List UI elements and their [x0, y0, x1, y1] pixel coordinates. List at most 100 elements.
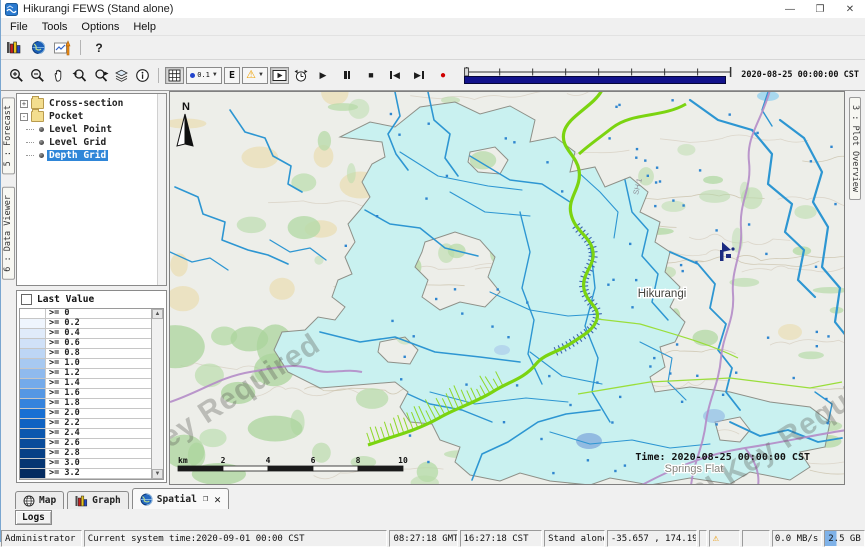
tab-maximize-icon[interactable]: ❐ [203, 494, 208, 504]
animation-toggle[interactable] [270, 67, 289, 84]
map-canvas[interactable]: Hikurangi Springs Flat SH 1 N km246810 T… [170, 92, 845, 485]
info-button[interactable] [133, 66, 152, 85]
legend-label: >= 2.8 [46, 449, 80, 458]
pause-icon [348, 71, 351, 79]
legend-row: >= 0.4 [20, 329, 163, 339]
grid-icon [168, 69, 181, 82]
record-button[interactable]: ● [432, 66, 454, 85]
legend-row: >= 2.4 [20, 429, 163, 439]
legend-swatch [20, 449, 46, 458]
legend-label: >= 1.4 [46, 379, 80, 388]
map-display-button[interactable] [28, 38, 48, 57]
menu-help[interactable]: Help [126, 20, 163, 34]
database-explorer-button[interactable] [4, 38, 24, 57]
tree-toggle-icon[interactable]: + [20, 100, 28, 108]
tree-connector [26, 129, 34, 130]
scroll-down-icon[interactable]: ▼ [152, 469, 163, 479]
zoom-out-button[interactable] [28, 66, 47, 85]
legend-scrollbar[interactable]: ▲ ▼ [151, 309, 163, 479]
tree-toggle-icon[interactable]: - [20, 113, 28, 121]
pan-hand-icon [51, 68, 66, 83]
legend-row: >= 0 [20, 309, 163, 319]
current-time-label: 2020-08-25 00:00:00 CST [741, 70, 859, 80]
time-slider-handle[interactable] [465, 68, 469, 76]
layers-icon [114, 68, 129, 83]
svg-text:10: 10 [398, 456, 408, 465]
tree-item-level-point[interactable]: Level Point [17, 123, 166, 136]
tab-graph[interactable]: Graph [67, 491, 129, 509]
last-value-checkbox[interactable] [21, 294, 32, 305]
folder-icon [31, 111, 44, 122]
close-button[interactable]: ✕ [835, 0, 865, 18]
svg-text:km: km [178, 456, 188, 465]
tab-map[interactable]: Map [15, 491, 64, 509]
wire-globe-icon [23, 495, 35, 507]
first-frame-icon [390, 71, 392, 79]
tab-data-viewer[interactable]: 6 : Data Viewer [2, 187, 15, 280]
legend-row: >= 0.2 [20, 319, 163, 329]
legend-swatch [20, 349, 46, 358]
menu-tools[interactable]: Tools [35, 20, 75, 34]
bar-database-icon [6, 40, 22, 55]
bullet-icon [39, 140, 44, 145]
legend-row: >= 0.8 [20, 349, 163, 359]
stop-button[interactable]: ■ [360, 66, 382, 85]
next-zoom-button[interactable] [91, 66, 110, 85]
legend-label: >= 1.2 [46, 369, 80, 378]
tab-graph-label: Graph [92, 495, 121, 506]
bar-chart-icon [75, 495, 88, 507]
time-slider[interactable] [464, 63, 733, 87]
status-warning[interactable]: ⚠ [709, 530, 741, 547]
tree-item-label: Level Grid [47, 137, 108, 148]
play-button[interactable]: ▶ [312, 66, 334, 85]
pan-button[interactable] [49, 66, 68, 85]
movie-play-icon [272, 69, 287, 82]
time-span-bar [464, 76, 726, 84]
tree-item-level-grid[interactable]: Level Grid [17, 136, 166, 149]
minimize-button[interactable]: — [775, 0, 805, 18]
pause-button[interactable] [336, 66, 358, 85]
last-value-label: Last Value [37, 294, 94, 305]
grid-display-toggle[interactable] [165, 67, 184, 84]
menu-options[interactable]: Options [74, 20, 126, 34]
tree-item-label: Pocket [47, 111, 85, 122]
tree-item-cross-section[interactable]: + Cross-section [17, 97, 166, 110]
legend-swatch [20, 419, 46, 428]
status-memory[interactable]: 2.5 GB [824, 530, 865, 547]
tree-item-depth-grid[interactable]: Depth Grid [17, 149, 166, 162]
legend-label: >= 0 [46, 309, 69, 318]
tab-forecast[interactable]: 5 : Forecast [2, 97, 15, 174]
first-frame-button[interactable]: ◀ [384, 66, 406, 85]
legend-row: >= 3.0 [20, 459, 163, 469]
marker-size-dropdown[interactable]: 0.1 ▼ [186, 67, 222, 84]
layers-button[interactable] [112, 66, 131, 85]
legend-row: >= 1.2 [20, 369, 163, 379]
help-button[interactable]: ? [89, 38, 109, 57]
marker-size-value: 0.1 [197, 71, 210, 79]
maximize-button[interactable]: ❐ [805, 0, 835, 18]
menu-file[interactable]: File [3, 20, 35, 34]
scroll-up-icon[interactable]: ▲ [152, 309, 163, 319]
legend-label: >= 1.6 [46, 389, 80, 398]
last-frame-button[interactable]: ▶ [408, 66, 430, 85]
warning-triangle-icon: ⚠ [246, 70, 256, 81]
tab-close-icon[interactable]: ✕ [214, 493, 221, 506]
tree-scrollbar[interactable] [157, 94, 166, 285]
toolbar-separator [80, 40, 81, 55]
tab-plot-overview[interactable]: 3 : Plot Overview [849, 97, 861, 200]
tree-item-label: Cross-section [47, 98, 125, 109]
legend-label: >= 0.2 [46, 319, 80, 328]
legend-swatch [20, 339, 46, 348]
svg-text:8: 8 [356, 456, 361, 465]
previous-zoom-button[interactable] [70, 66, 89, 85]
tree-item-pocket[interactable]: - Pocket [17, 110, 166, 123]
thresholds-dropdown[interactable]: ⚠ ▼ [242, 67, 268, 84]
zoom-in-button[interactable] [7, 66, 26, 85]
logs-button[interactable]: Logs [15, 510, 52, 525]
timeseries-dialog-button[interactable] [52, 38, 72, 57]
time-settings-button[interactable] [291, 66, 310, 85]
labels-toggle[interactable]: E [224, 67, 240, 84]
tab-spatial[interactable]: Spatial ❐ ✕ [132, 488, 229, 509]
last-frame-icon [422, 71, 424, 79]
map-viewport[interactable]: Hikurangi Springs Flat SH 1 N km246810 T… [169, 91, 845, 485]
